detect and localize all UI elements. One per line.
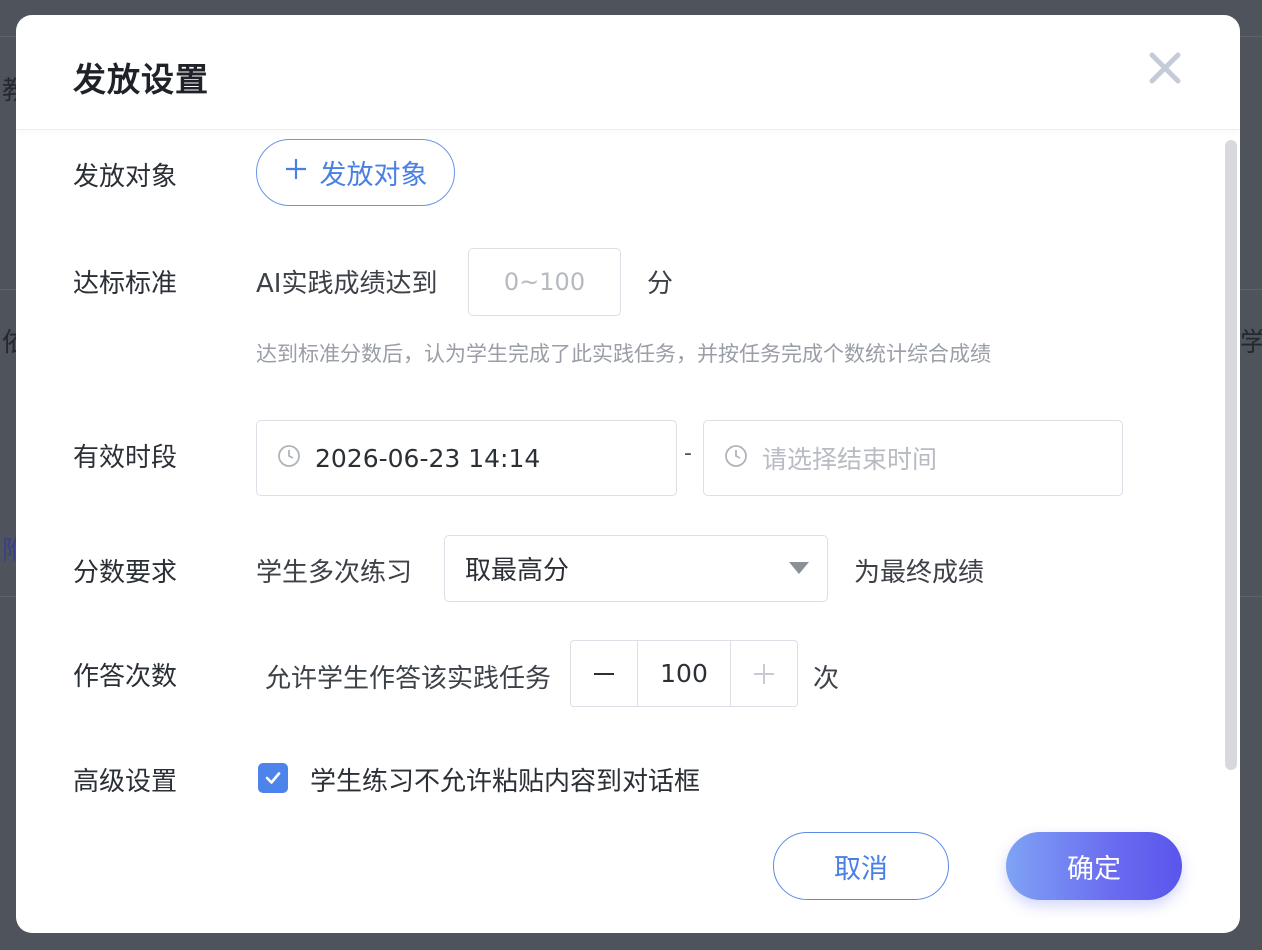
score-prefix: 学生多次练习	[256, 558, 413, 588]
attempts-value[interactable]: 100	[638, 641, 730, 706]
confirm-button[interactable]: 确定	[1006, 832, 1182, 900]
standard-hint: 达到标准分数后，认为学生完成了此实践任务，并按任务完成个数统计综合成绩	[256, 342, 991, 366]
attempts-label: 作答次数	[73, 662, 178, 692]
check-icon	[265, 772, 281, 784]
add-target-button[interactable]: 发放对象	[256, 139, 455, 206]
add-target-button-label: 发放对象	[319, 160, 428, 191]
cancel-button[interactable]: 取消	[773, 832, 949, 900]
background-text: 学	[1240, 328, 1262, 358]
end-time-placeholder: 请选择结束时间	[762, 445, 938, 474]
attempts-prefix: 允许学生作答该实践任务	[265, 664, 552, 694]
standard-unit: 分	[647, 269, 674, 299]
target-label: 发放对象	[73, 162, 178, 192]
score-label: 分数要求	[73, 558, 178, 588]
start-time-picker[interactable]: 2026-06-23 14:14	[256, 420, 677, 496]
attempts-stepper: 100	[570, 640, 798, 707]
standard-prefix: AI实践成绩达到	[256, 269, 438, 299]
clock-icon	[724, 444, 748, 472]
minus-icon	[594, 672, 614, 675]
plus-icon	[284, 157, 308, 188]
score-rule-select[interactable]: 取最高分	[444, 535, 828, 602]
attempts-suffix: 次	[813, 664, 840, 694]
dialog-header: 发放设置	[16, 15, 1240, 130]
score-suffix: 为最终成绩	[854, 558, 985, 588]
plus-icon	[754, 663, 774, 684]
distribution-settings-dialog: 发放设置 发放对象 发放对象 达标标准 AI实践成绩达到 分 达到标准分数后，认…	[16, 15, 1240, 933]
start-time-value: 2026-06-23 14:14	[315, 443, 541, 473]
no-paste-checkbox[interactable]	[258, 763, 288, 793]
score-rule-selected: 取最高分	[465, 556, 570, 586]
end-time-picker[interactable]: 请选择结束时间	[703, 420, 1123, 496]
standard-score-input[interactable]	[468, 248, 621, 316]
no-paste-checkbox-label[interactable]: 学生练习不允许粘贴内容到对话框	[310, 761, 700, 798]
caret-down-icon	[789, 562, 809, 574]
decrement-button[interactable]	[571, 641, 638, 706]
period-label: 有效时段	[73, 443, 178, 473]
standard-label: 达标标准	[73, 269, 178, 299]
clock-icon	[277, 444, 301, 472]
increment-button[interactable]	[730, 641, 797, 706]
scrollbar[interactable]	[1225, 140, 1237, 770]
advanced-label: 高级设置	[73, 767, 178, 797]
close-icon[interactable]	[1146, 49, 1184, 87]
period-separator: -	[684, 441, 692, 466]
dialog-title: 发放设置	[73, 60, 209, 99]
